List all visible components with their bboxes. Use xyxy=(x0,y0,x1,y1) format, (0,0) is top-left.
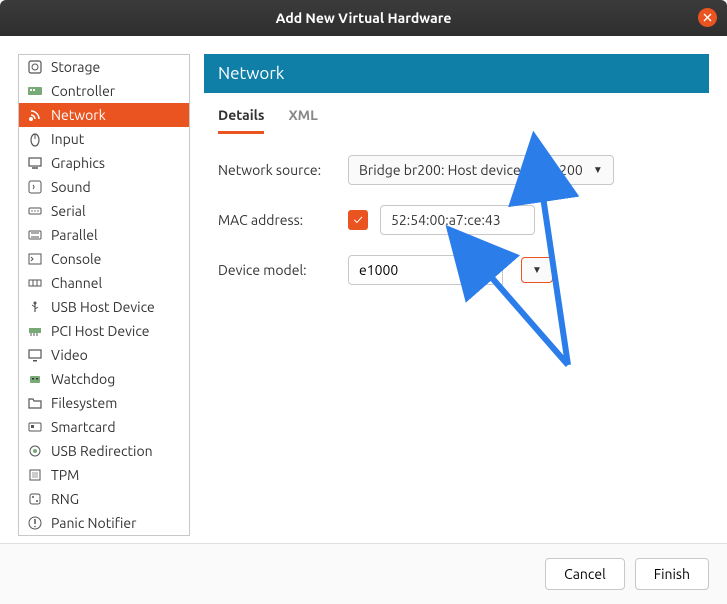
sidebar-item-rng[interactable]: RNG xyxy=(19,487,189,511)
device-model-input[interactable] xyxy=(348,255,503,285)
sidebar-item-video[interactable]: Video xyxy=(19,343,189,367)
sidebar-item-label: Parallel xyxy=(51,227,98,243)
sidebar-item-usb[interactable]: USB Host Device xyxy=(19,295,189,319)
sidebar-item-parallel[interactable]: Parallel xyxy=(19,223,189,247)
input-icon xyxy=(27,131,43,147)
sidebar-item-label: Input xyxy=(51,131,84,147)
serial-icon xyxy=(27,203,43,219)
sidebar-item-usbredir[interactable]: USB Redirection xyxy=(19,439,189,463)
sidebar-item-controller[interactable]: Controller xyxy=(19,79,189,103)
mac-checkbox[interactable]: ✓ xyxy=(348,210,368,230)
tab-xml[interactable]: XML xyxy=(288,107,317,134)
network-source-value: Bridge br200: Host device eno2.200 xyxy=(359,162,583,178)
tab-details[interactable]: Details xyxy=(218,107,264,134)
parallel-icon xyxy=(27,227,43,243)
hardware-sidebar: Storage Controller Network Input Graphics Sou… xyxy=(18,54,190,536)
watchdog-icon xyxy=(27,371,43,387)
sidebar-item-label: USB Host Device xyxy=(51,299,155,315)
channel-icon xyxy=(27,275,43,291)
sidebar-item-filesystem[interactable]: Filesystem xyxy=(19,391,189,415)
usb-icon xyxy=(27,299,43,315)
network-icon xyxy=(27,107,43,123)
sidebar-item-network[interactable]: Network xyxy=(19,103,189,127)
sidebar-item-label: TPM xyxy=(51,467,79,483)
sidebar-item-input[interactable]: Input xyxy=(19,127,189,151)
pci-icon xyxy=(27,323,43,339)
tabs: Details XML xyxy=(204,93,709,135)
smartcard-icon xyxy=(27,419,43,435)
sidebar-item-sound[interactable]: Sound xyxy=(19,175,189,199)
sound-icon xyxy=(27,179,43,195)
sidebar-item-label: Smartcard xyxy=(51,419,116,435)
panel-title: Network xyxy=(204,54,709,93)
panic-icon xyxy=(27,515,43,531)
row-device-model: Device model: ▼ xyxy=(218,255,695,285)
sidebar-item-graphics[interactable]: Graphics xyxy=(19,151,189,175)
finish-button[interactable]: Finish xyxy=(635,558,709,590)
sidebar-item-label: USB Redirection xyxy=(51,443,153,459)
sidebar-item-serial[interactable]: Serial xyxy=(19,199,189,223)
sidebar-item-watchdog[interactable]: Watchdog xyxy=(19,367,189,391)
footer: Cancel Finish xyxy=(0,543,727,604)
row-mac: MAC address: ✓ xyxy=(218,205,695,235)
sidebar-item-label: Graphics xyxy=(51,155,105,171)
cancel-button[interactable]: Cancel xyxy=(545,558,625,590)
sidebar-item-console[interactable]: Console xyxy=(19,247,189,271)
sidebar-item-panic[interactable]: Panic Notifier xyxy=(19,511,189,535)
network-form: Network source: Bridge br200: Host devic… xyxy=(204,135,709,305)
sidebar-item-label: RNG xyxy=(51,491,79,507)
sidebar-item-label: Serial xyxy=(51,203,86,219)
close-button[interactable] xyxy=(698,8,717,27)
sidebar-item-label: Panic Notifier xyxy=(51,515,136,531)
label-network-source: Network source: xyxy=(218,162,336,178)
sidebar-item-label: Network xyxy=(51,107,106,123)
network-source-dropdown[interactable]: Bridge br200: Host device eno2.200 ▼ xyxy=(348,155,614,185)
sidebar-item-label: Filesystem xyxy=(51,395,117,411)
sidebar-item-pci[interactable]: PCI Host Device xyxy=(19,319,189,343)
label-mac: MAC address: xyxy=(218,212,336,228)
label-device-model: Device model: xyxy=(218,262,336,278)
rng-icon xyxy=(27,491,43,507)
tpm-icon xyxy=(27,467,43,483)
usbredir-icon xyxy=(27,443,43,459)
graphics-icon xyxy=(27,155,43,171)
sidebar-item-smartcard[interactable]: Smartcard xyxy=(19,415,189,439)
sidebar-item-label: Sound xyxy=(51,179,91,195)
mac-input[interactable] xyxy=(380,205,535,235)
main-panel: Network Details XML Network source: Brid… xyxy=(204,54,709,536)
controller-icon xyxy=(27,83,43,99)
device-model-dropdown-toggle[interactable]: ▼ xyxy=(521,257,553,283)
window-title: Add New Virtual Hardware xyxy=(276,10,452,26)
sidebar-item-label: Controller xyxy=(51,83,115,99)
storage-icon xyxy=(27,59,43,75)
sidebar-item-label: Video xyxy=(51,347,88,363)
sidebar-item-label: Watchdog xyxy=(51,371,115,387)
row-network-source: Network source: Bridge br200: Host devic… xyxy=(218,155,695,185)
sidebar-item-tpm[interactable]: TPM xyxy=(19,463,189,487)
window-body: Storage Controller Network Input Graphics Sou… xyxy=(0,36,727,554)
sidebar-item-label: Console xyxy=(51,251,101,267)
sidebar-item-label: PCI Host Device xyxy=(51,323,150,339)
chevron-down-icon: ▼ xyxy=(593,164,603,176)
sidebar-item-channel[interactable]: Channel xyxy=(19,271,189,295)
sidebar-item-storage[interactable]: Storage xyxy=(19,55,189,79)
video-icon xyxy=(27,347,43,363)
filesystem-icon xyxy=(27,395,43,411)
sidebar-item-vsock[interactable]: Virtio VSOCK xyxy=(19,535,189,536)
titlebar: Add New Virtual Hardware xyxy=(0,0,727,36)
sidebar-item-label: Storage xyxy=(51,59,100,75)
sidebar-item-label: Channel xyxy=(51,275,102,291)
console-icon xyxy=(27,251,43,267)
